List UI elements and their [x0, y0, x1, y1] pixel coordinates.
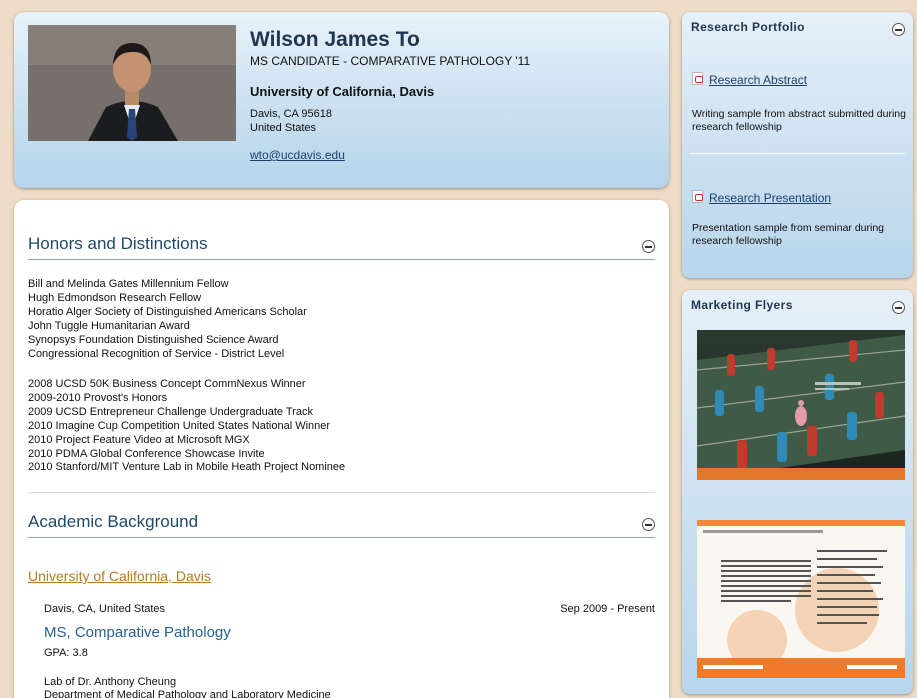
school-location: Davis, CA, United States [44, 603, 166, 615]
academic-heading: Academic Background [28, 512, 199, 531]
honors-list: Bill and Melinda Gates Millennium Fellow… [28, 278, 307, 361]
list-item: 2009 UCSD Entrepreneur Challenge Undergr… [28, 405, 313, 418]
list-item: 2008 UCSD 50K Business Concept CommNexus… [28, 378, 306, 390]
research-portfolio-panel: Research Portfolio Research Abstract Wri… [682, 12, 913, 278]
profile-card: Wilson James To MS CANDIDATE - COMPARATI… [14, 12, 669, 188]
research-presentation-link[interactable]: Research Presentation [692, 190, 831, 205]
honors-heading: Honors and Distinctions [28, 234, 208, 253]
profile-university: University of California, Davis [250, 84, 435, 99]
email-link[interactable]: wto@ucdavis.edu [250, 148, 345, 162]
panel-divider [690, 153, 905, 154]
research-abstract-link[interactable]: Research Abstract [692, 72, 807, 87]
honors-list-years: 2008 UCSD 50K Business Concept CommNexus… [28, 378, 345, 475]
school-dates: Sep 2009 - Present [560, 603, 655, 615]
school-link[interactable]: University of California, Davis [28, 568, 211, 584]
list-item: 2010 PDMA Global Conference Showcase Inv… [28, 447, 265, 460]
collapse-icon[interactable] [642, 240, 655, 253]
marketing-flyers-panel: Marketing Flyers [682, 290, 913, 694]
profile-city: Davis, CA 95618 [250, 108, 332, 120]
academic-section-header: Academic Background [28, 510, 655, 538]
list-item: 2010 Project Feature Video at Microsoft … [28, 433, 250, 446]
list-item: John Tuggle Humanitarian Award [28, 319, 190, 332]
list-item: Bill and Melinda Gates Millennium Fellow [28, 278, 229, 290]
list-item: Hugh Edmondson Research Fellow [28, 291, 202, 304]
research-portfolio-heading: Research Portfolio [691, 20, 805, 34]
list-item: 2010 Stanford/MIT Venture Lab in Mobile … [28, 461, 346, 474]
department: Department of Medical Pathology and Labo… [44, 689, 331, 698]
profile-photo [28, 25, 236, 141]
collapse-icon[interactable] [642, 518, 655, 531]
profile-country: United States [250, 122, 317, 134]
pdf-icon [692, 190, 703, 203]
marketing-flyer-1[interactable] [697, 330, 905, 480]
profile-title: MS CANDIDATE - COMPARATIVE PATHOLOGY '11 [250, 54, 531, 68]
gpa: GPA: 3.8 [44, 647, 88, 659]
list-item: Horatio Alger Society of Distinguished A… [28, 305, 307, 318]
list-item: Synopsys Foundation Distinguished Scienc… [28, 333, 279, 346]
list-item: 2009-2010 Provost's Honors [28, 391, 168, 404]
research-presentation-description: Presentation sample from seminar during … [692, 222, 885, 247]
lab-name: Lab of Dr. Anthony Cheung [44, 676, 177, 688]
research-abstract-label: Research Abstract [709, 73, 808, 87]
research-presentation-label: Research Presentation [709, 191, 832, 205]
pdf-icon [692, 72, 703, 85]
collapse-icon[interactable] [892, 23, 905, 36]
marketing-flyer-2[interactable] [697, 520, 905, 678]
collapse-icon[interactable] [892, 301, 905, 314]
list-item: Congressional Recognition of Service - D… [28, 347, 285, 360]
marketing-flyers-heading: Marketing Flyers [691, 298, 793, 312]
honors-section-header: Honors and Distinctions [28, 232, 655, 260]
profile-name: Wilson James To [250, 28, 420, 51]
main-content-card: Honors and Distinctions Bill and Melinda… [14, 200, 669, 698]
research-abstract-description: Writing sample from abstract submitted d… [692, 108, 906, 133]
degree-title: MS, Comparative Pathology [44, 624, 231, 641]
list-item: 2010 Imagine Cup Competition United Stat… [28, 419, 331, 432]
section-divider [28, 492, 655, 493]
